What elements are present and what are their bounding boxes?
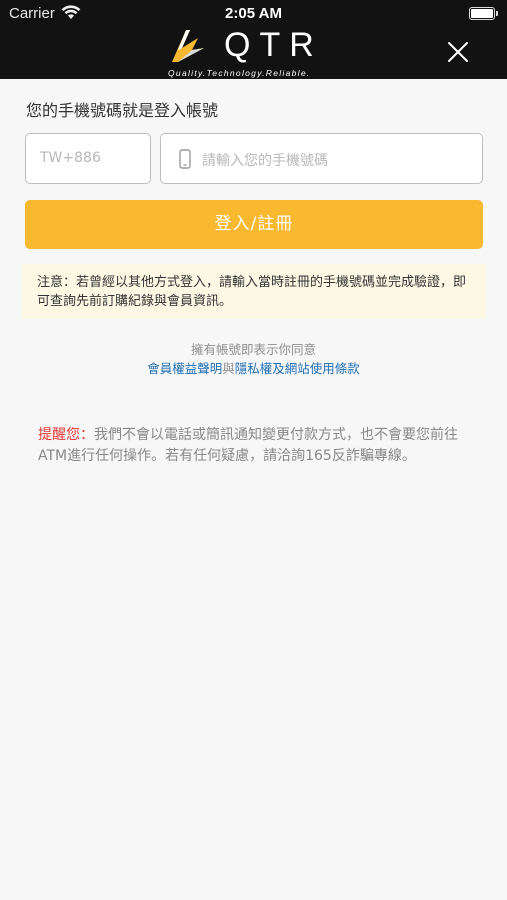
notice-box: 注意：若曾經以其他方式登入，請輸入當時註冊的手機號碼並完成驗證，即可查詢先前訂購…	[22, 264, 486, 319]
reminder-highlight: 提醒您：	[38, 427, 94, 443]
login-field-label: 您的手機號碼就是登入帳號	[26, 101, 219, 120]
agreement-text: 擁有帳號即表示你同意 會員權益聲明與隱私權及網站使用條款	[0, 340, 507, 378]
member-rights-link[interactable]: 會員權益聲明	[147, 361, 222, 376]
status-time: 2:05 AM	[225, 5, 282, 22]
logo-mark-icon	[172, 30, 204, 62]
mobile-phone-icon	[179, 149, 191, 169]
fraud-reminder: 提醒您：我們不會以電話或簡訊通知變更付款方式，也不會要您前往ATM進行任何操作。…	[38, 425, 468, 467]
login-register-button[interactable]: 登入/註冊	[25, 200, 483, 249]
top-bar: Carrier 2:05 AM QTR Quality.Technology.R…	[0, 0, 507, 79]
brand-wordmark: QTR	[224, 26, 323, 64]
country-code-input[interactable]: TW+886	[25, 133, 151, 184]
status-bar: Carrier 2:05 AM	[0, 0, 507, 28]
brand-logo: QTR Quality.Technology.Reliable.	[168, 26, 344, 78]
agreement-and: 與	[222, 361, 235, 376]
agreement-prefix: 擁有帳號即表示你同意	[190, 342, 316, 357]
privacy-terms-link[interactable]: 隱私權及網站使用條款	[235, 361, 360, 376]
battery-icon	[469, 7, 498, 20]
close-icon[interactable]	[447, 41, 469, 63]
reminder-text: 我們不會以電話或簡訊通知變更付款方式，也不會要您前往ATM進行任何操作。若有任何…	[38, 427, 458, 464]
phone-input[interactable]: 請輸入您的手機號碼	[160, 133, 483, 184]
brand-tagline: Quality.Technology.Reliable.	[168, 68, 311, 78]
phone-placeholder: 請輸入您的手機號碼	[202, 153, 328, 169]
country-code-placeholder: TW+886	[40, 150, 101, 166]
